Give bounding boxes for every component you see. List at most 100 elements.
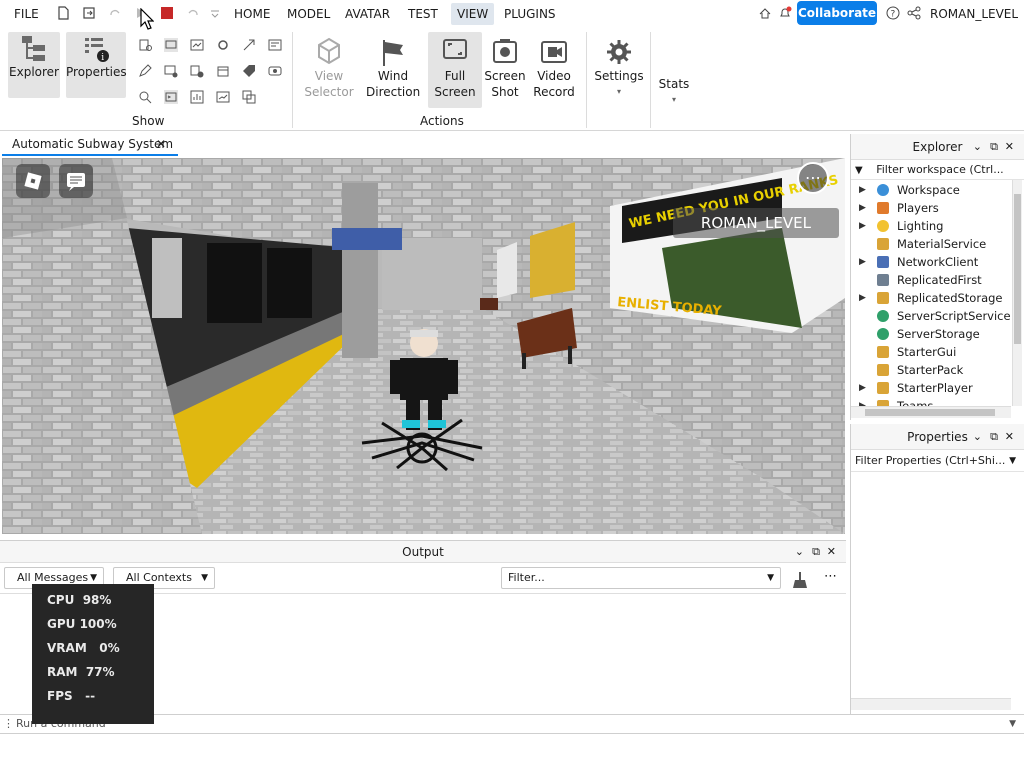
full-screen-button[interactable]: Full Screen bbox=[428, 32, 482, 108]
expand-arrow-icon[interactable]: ▶ bbox=[859, 199, 866, 217]
undock-icon[interactable]: ⧉ bbox=[812, 541, 820, 563]
properties-horizontal-scrollbar[interactable] bbox=[851, 698, 1011, 710]
close-icon[interactable]: ✕ bbox=[1005, 134, 1014, 160]
tree-item-replicatedfirst[interactable]: ReplicatedFirst bbox=[851, 271, 1024, 289]
stats-button[interactable]: Stats ▾ bbox=[656, 76, 692, 112]
undock-icon[interactable]: ⧉ bbox=[990, 424, 998, 450]
undock-icon[interactable]: ⧉ bbox=[990, 134, 998, 160]
command-bar-icon[interactable] bbox=[268, 38, 282, 52]
chevron-down-icon[interactable]: ⌄ bbox=[795, 541, 804, 563]
tree-item-teams[interactable]: ▶ Teams bbox=[851, 397, 1024, 406]
roblox-logo-button[interactable] bbox=[16, 164, 50, 198]
settings-button[interactable]: Settings ▾ bbox=[594, 36, 644, 116]
tab-model[interactable]: MODEL bbox=[287, 7, 330, 21]
micro-profiler-icon[interactable] bbox=[216, 90, 230, 104]
chat-button[interactable] bbox=[59, 164, 93, 198]
tree-item-starterplayer[interactable]: ▶ StarterPlayer bbox=[851, 379, 1024, 397]
chevron-down-icon[interactable]: ▼ bbox=[1009, 715, 1016, 733]
tree-item-lighting[interactable]: ▶ Lighting bbox=[851, 217, 1024, 235]
tab-view[interactable]: VIEW bbox=[451, 3, 495, 25]
clear-output-icon[interactable] bbox=[792, 571, 808, 589]
toolbox-icon[interactable] bbox=[138, 38, 152, 52]
tab-home[interactable]: HOME bbox=[234, 7, 270, 21]
tree-item-starterpack[interactable]: StarterPack bbox=[851, 361, 1024, 379]
help-icon[interactable]: ? bbox=[886, 6, 900, 20]
layers-icon[interactable] bbox=[242, 90, 256, 104]
video-record-button[interactable]: Video Record bbox=[530, 36, 578, 108]
visibility-icon[interactable] bbox=[268, 64, 282, 78]
more-options-button[interactable]: ⋯ bbox=[797, 162, 829, 194]
tab-plugins[interactable]: PLUGINS bbox=[504, 7, 556, 21]
redo-icon[interactable] bbox=[108, 6, 122, 20]
tree-item-materialservice[interactable]: MaterialService bbox=[851, 235, 1024, 253]
gear-small-icon[interactable] bbox=[216, 38, 230, 52]
close-icon[interactable]: ✕ bbox=[1005, 424, 1014, 450]
chevron-down-icon[interactable]: ⌄ bbox=[973, 424, 982, 450]
tag-icon[interactable] bbox=[242, 64, 256, 78]
tree-item-serverstorage[interactable]: ServerStorage bbox=[851, 325, 1024, 343]
file-menu[interactable]: FILE bbox=[14, 7, 39, 21]
notifications-icon[interactable] bbox=[778, 6, 792, 20]
explorer-filter-input[interactable]: ▼ Filter workspace (Ctrl... bbox=[851, 160, 1024, 180]
find-icon[interactable] bbox=[138, 90, 152, 104]
document-tab[interactable]: Automatic Subway System ✕ bbox=[2, 134, 178, 156]
tab-test[interactable]: TEST bbox=[408, 7, 438, 21]
stop-icon[interactable] bbox=[160, 6, 174, 20]
new-file-icon[interactable] bbox=[56, 6, 70, 20]
tab-avatar[interactable]: AVATAR bbox=[345, 7, 390, 21]
expand-arrow-icon[interactable]: ▶ bbox=[859, 217, 866, 235]
output-filter-input[interactable]: Filter... ▼ bbox=[501, 567, 781, 589]
tree-item-replicatedstorage[interactable]: ▶ ReplicatedStorage bbox=[851, 289, 1024, 307]
home-icon[interactable] bbox=[758, 6, 772, 20]
more-icon[interactable]: ⋯ bbox=[824, 569, 837, 584]
pointer-icon[interactable] bbox=[242, 38, 256, 52]
tree-item-workspace[interactable]: ▶ Workspace bbox=[851, 181, 1024, 199]
team-create-icon[interactable] bbox=[164, 64, 178, 78]
explorer-vertical-scrollbar[interactable] bbox=[1012, 180, 1022, 406]
expand-arrow-icon[interactable]: ▶ bbox=[859, 253, 866, 271]
output-icon[interactable] bbox=[164, 90, 178, 104]
video-record-label-2: Record bbox=[533, 85, 575, 99]
collaborate-button[interactable]: Collaborate bbox=[797, 1, 877, 25]
expand-arrow-icon[interactable]: ▶ bbox=[859, 289, 866, 307]
open-file-icon[interactable] bbox=[82, 6, 96, 20]
share-icon[interactable] bbox=[907, 6, 921, 20]
view-selector-label-2: Selector bbox=[304, 85, 354, 99]
username-label[interactable]: ROMAN_LEVEL bbox=[930, 7, 1018, 21]
edit-icon[interactable] bbox=[138, 64, 152, 78]
close-icon[interactable]: ✕ bbox=[827, 541, 836, 563]
material-service-icon bbox=[877, 238, 889, 250]
expand-arrow-icon[interactable]: ▶ bbox=[859, 379, 866, 397]
script-performance-icon[interactable] bbox=[190, 38, 204, 52]
wind-direction-icon bbox=[383, 40, 403, 66]
explorer-horizontal-scrollbar[interactable] bbox=[851, 406, 1011, 418]
game-viewport[interactable]: WE NEED YOU IN OUR RANKS ENLIST TODAY ⋯ … bbox=[2, 158, 845, 534]
chevron-down-icon[interactable]: ⌄ bbox=[973, 134, 982, 160]
tree-item-players[interactable]: ▶ Players bbox=[851, 199, 1024, 217]
tree-item-startergui[interactable]: StarterGui bbox=[851, 343, 1024, 361]
asset-manager-icon[interactable] bbox=[164, 38, 178, 52]
history-icon[interactable] bbox=[190, 64, 204, 78]
close-tab-icon[interactable]: ✕ bbox=[156, 134, 166, 154]
scrollbar-thumb[interactable] bbox=[865, 409, 995, 416]
view-selector-button[interactable]: View Selector bbox=[302, 36, 356, 108]
properties-title: Properties bbox=[907, 430, 968, 444]
screen-shot-button[interactable]: Screen Shot bbox=[482, 36, 528, 108]
stats-chart-icon[interactable] bbox=[190, 90, 204, 104]
wind-direction-button[interactable]: Wind Direction bbox=[366, 36, 420, 108]
stats-label: Stats bbox=[658, 77, 690, 91]
players-icon bbox=[877, 202, 889, 214]
package-icon[interactable] bbox=[216, 64, 230, 78]
undo-icon[interactable] bbox=[186, 6, 200, 20]
explorer-toggle-button[interactable]: Explorer bbox=[8, 32, 60, 98]
expand-arrow-icon[interactable]: ▶ bbox=[859, 397, 866, 406]
chevron-down-icon[interactable]: ▼ bbox=[1009, 450, 1016, 471]
explorer-filter-placeholder: Filter workspace (Ctrl... bbox=[876, 163, 1004, 176]
customize-quick-access-icon[interactable] bbox=[208, 6, 222, 20]
properties-toggle-button[interactable]: i Properties bbox=[66, 32, 127, 98]
scrollbar-thumb[interactable] bbox=[1014, 194, 1021, 344]
tree-item-networkclient[interactable]: ▶ NetworkClient bbox=[851, 253, 1024, 271]
tree-item-serverscriptservice[interactable]: ServerScriptService bbox=[851, 307, 1024, 325]
properties-filter-input[interactable]: Filter Properties (Ctrl+Shi... ▼ bbox=[851, 450, 1024, 472]
expand-arrow-icon[interactable]: ▶ bbox=[859, 181, 866, 199]
